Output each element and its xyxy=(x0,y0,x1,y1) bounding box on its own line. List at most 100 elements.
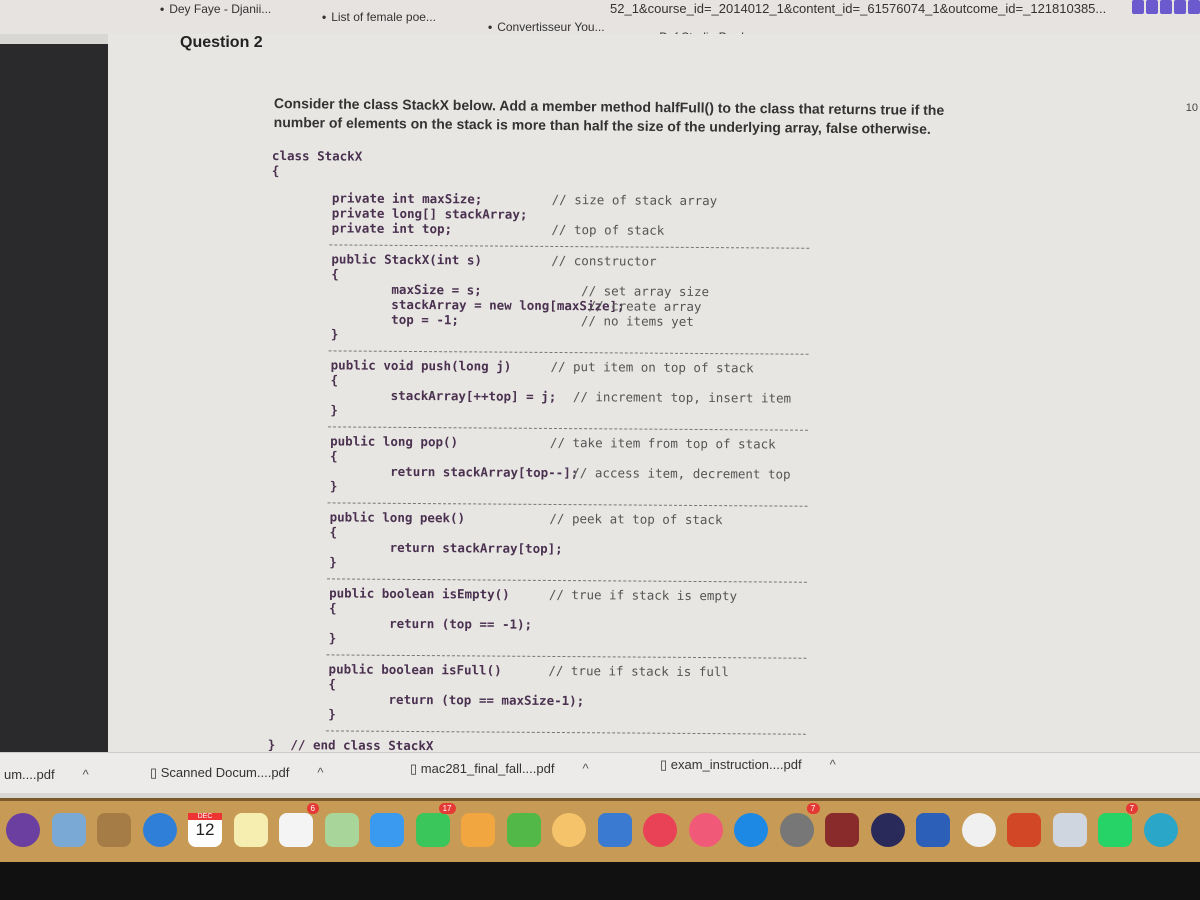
code-text: { xyxy=(268,599,337,616)
calendar-month: DEC xyxy=(188,813,222,820)
code-text: } xyxy=(269,477,338,494)
code-text: { xyxy=(270,371,339,388)
notification-badge: 7 xyxy=(1125,803,1138,814)
extension-icons xyxy=(1132,0,1200,14)
download-item[interactable]: ▯ exam_instruction....pdf ^ xyxy=(660,757,836,773)
address-bar-url[interactable]: 52_1&course_id=_2014012_1&content_id=_61… xyxy=(610,1,1106,16)
code-comment: // access item, decrement top xyxy=(549,464,791,482)
eclipse-icon[interactable] xyxy=(870,813,905,847)
preview-icon[interactable] xyxy=(51,813,86,847)
bookmark-1[interactable]: • List of female poe... xyxy=(322,10,436,24)
app-store-icon[interactable] xyxy=(734,813,768,847)
messages-icon[interactable] xyxy=(370,813,404,847)
code-text: } xyxy=(268,629,337,646)
code-divider xyxy=(326,569,808,583)
chevron-up-icon[interactable]: ^ xyxy=(83,767,89,782)
code-text: { xyxy=(268,675,337,692)
code-text: public long pop() xyxy=(269,432,459,450)
code-text: public boolean isEmpty() xyxy=(268,584,510,602)
download-item[interactable]: um....pdf ^ xyxy=(4,767,89,782)
question-prompt: Consider the class StackX below. Add a m… xyxy=(273,94,945,137)
reminders-icon[interactable]: 6 xyxy=(279,803,319,847)
code-comment: // take item from top of stack xyxy=(549,434,776,452)
notification-badge: 7 xyxy=(807,803,820,814)
facetime-icon[interactable]: 17 xyxy=(415,803,456,847)
code-divider xyxy=(326,645,807,659)
chevron-up-icon[interactable]: ^ xyxy=(317,765,323,780)
code-comment: // put item on top of stack xyxy=(550,358,754,376)
code-listing: class StackX { private int maxSize; // si… xyxy=(268,148,810,756)
code-comment: // size of stack array xyxy=(551,191,718,209)
code-text: maxSize = s; xyxy=(270,280,482,298)
calendar-icon[interactable]: DEC 12 xyxy=(188,813,222,847)
bookmark-label: List of female poe... xyxy=(331,10,436,24)
system-preferences-icon[interactable]: 7 xyxy=(779,803,820,847)
screen-bezel xyxy=(0,862,1200,900)
download-item[interactable]: ▯ mac281_final_fall....pdf ^ xyxy=(410,761,589,777)
download-item[interactable]: ▯ Scanned Docum....pdf ^ xyxy=(150,765,324,781)
notification-badge: 17 xyxy=(438,803,456,814)
pdf-file-icon: ▯ xyxy=(660,757,671,772)
pdf-file-icon: ▯ xyxy=(410,761,421,776)
open-brace: { xyxy=(271,162,280,179)
music-icon[interactable] xyxy=(688,813,723,847)
code-comment: // true if stack is empty xyxy=(548,586,738,604)
folder-icon[interactable] xyxy=(97,813,131,847)
circle-app-icon[interactable] xyxy=(1143,813,1178,847)
question-title: Question 2 xyxy=(180,34,263,51)
powerpoint-icon[interactable] xyxy=(1007,813,1041,847)
extension-icon[interactable] xyxy=(1132,0,1144,14)
extension-icon[interactable] xyxy=(1160,0,1172,14)
code-comment: // peek at top of stack xyxy=(549,510,723,528)
code-comment: // increment top, insert item xyxy=(550,388,792,406)
numbers-icon[interactable] xyxy=(506,813,541,847)
dictionary-icon[interactable] xyxy=(825,813,859,847)
code-text: public StackX(int s) xyxy=(271,250,482,268)
extension-icon[interactable] xyxy=(1174,0,1186,14)
left-panel xyxy=(0,44,108,760)
convert-icon: • xyxy=(488,20,493,34)
code-text: public boolean isFull() xyxy=(268,660,502,678)
calendar-day: 12 xyxy=(195,820,215,839)
keynote-icon[interactable] xyxy=(597,813,632,847)
notes-icon[interactable] xyxy=(233,813,268,847)
page-number: 10 xyxy=(1185,102,1198,114)
news-icon[interactable] xyxy=(643,813,677,847)
code-comment: // top of stack xyxy=(551,221,665,238)
bookmark-2[interactable]: • Convertisseur You... xyxy=(488,20,605,34)
u-icon: • xyxy=(322,10,327,24)
code-text: public void push(long j) xyxy=(270,356,512,374)
chevron-up-icon[interactable]: ^ xyxy=(582,761,588,776)
code-divider xyxy=(325,721,806,735)
code-text: private int maxSize; xyxy=(271,189,483,207)
code-divider xyxy=(328,341,809,355)
extension-icon[interactable] xyxy=(1146,0,1158,14)
download-filename: mac281_final_fall....pdf xyxy=(420,761,555,776)
chevron-up-icon[interactable]: ^ xyxy=(830,757,836,772)
maps-app-icon[interactable] xyxy=(324,813,359,847)
safari-icon[interactable] xyxy=(142,813,177,847)
code-divider xyxy=(329,235,810,249)
code-text: private int top; xyxy=(271,219,453,237)
maplet-icon[interactable] xyxy=(1052,813,1087,847)
siri-icon[interactable] xyxy=(6,813,40,847)
class-header: class StackX xyxy=(271,148,363,164)
dock: DEC 12 6 17 7 7 xyxy=(0,798,1200,865)
chrome-icon[interactable] xyxy=(961,813,996,847)
photos-icon[interactable] xyxy=(552,813,586,847)
bookmark-0[interactable]: • Dey Faye - Djanii... xyxy=(160,2,271,16)
code-text: top = -1; xyxy=(270,310,460,328)
word-icon[interactable] xyxy=(916,813,950,847)
sheet-icon: • xyxy=(160,2,165,16)
code-text: public long peek() xyxy=(269,508,466,526)
bookmarks-bar: 52_1&course_id=_2014012_1&content_id=_61… xyxy=(0,0,1200,74)
code-text: { xyxy=(271,265,339,282)
whatsapp-icon[interactable]: 7 xyxy=(1098,803,1138,847)
pages-icon[interactable] xyxy=(461,813,495,847)
code-comment: // set array size xyxy=(550,282,710,300)
code-divider xyxy=(327,493,808,507)
extension-icon[interactable] xyxy=(1188,0,1200,14)
code-text: { xyxy=(269,523,338,540)
downloads-bar: um....pdf ^ ▯ Scanned Docum....pdf ^ ▯ mac28… xyxy=(0,752,1200,793)
bookmark-label: Dey Faye - Djanii... xyxy=(169,2,272,16)
